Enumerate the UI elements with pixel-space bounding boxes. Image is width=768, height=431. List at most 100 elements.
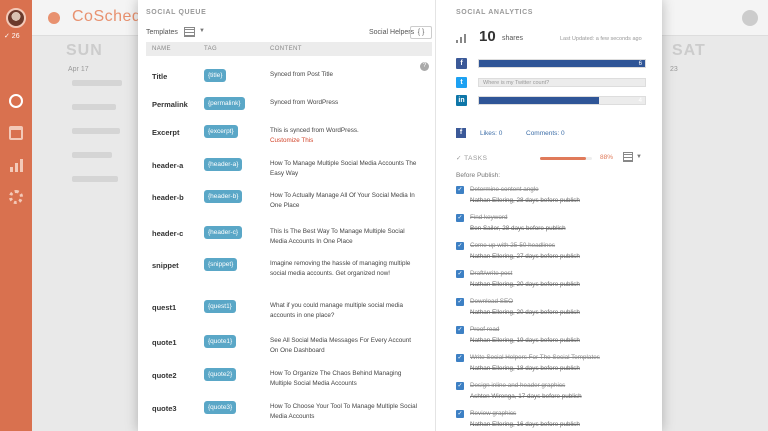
task-checkbox[interactable]: ✓ (456, 242, 464, 250)
queue-row-content: How To Manage Multiple Social Media Acco… (270, 159, 420, 178)
social-helpers-button[interactable]: Social Helpers (369, 29, 414, 36)
queue-toolbar: Templates ▼ Social Helpers { } (146, 26, 432, 40)
task-title[interactable]: Review graphics (470, 410, 516, 417)
queue-row-tag[interactable]: {quest1} (204, 300, 236, 313)
queue-row-content: How To Organize The Chaos Behind Managin… (270, 369, 420, 388)
helpers-braces-button[interactable]: { } (410, 26, 432, 39)
queue-row-text: How To Choose Your Tool To Manage Multip… (270, 403, 418, 420)
queue-row-tag[interactable]: {header-a} (204, 158, 243, 171)
task-meta: Nathan Ellering, 27 days before publish (470, 253, 580, 260)
social-queue-title: SOCIAL QUEUE (146, 9, 207, 16)
queue-row-name: quote1 (152, 338, 177, 347)
gear-icon[interactable] (9, 190, 23, 204)
tasks-progress-bar (540, 157, 592, 160)
task-meta: Ben Sailer, 28 days before publish (470, 225, 566, 232)
task-checkbox[interactable]: ✓ (456, 214, 464, 222)
share-bar-fill (479, 60, 645, 67)
queue-row-tag[interactable]: {quote2} (204, 368, 237, 381)
task-checkbox[interactable]: ✓ (456, 298, 464, 306)
queue-row-tag[interactable]: {header-b} (204, 190, 243, 203)
share-count: 4 (638, 98, 642, 104)
task-title[interactable]: Proof read (470, 326, 499, 333)
queue-row-tag[interactable]: {title} (204, 69, 227, 82)
task-meta: Nathan Ellering, 19 days before publish (470, 337, 580, 344)
task-title[interactable]: Determine content angle (470, 186, 539, 193)
twitter-share-bar: Where is my Twitter count? (478, 78, 646, 87)
queue-row-text: How To Manage Multiple Social Media Acco… (270, 160, 417, 177)
queue-row-tag[interactable]: {excerpt} (204, 125, 238, 138)
task-title[interactable]: Design inline and header graphics (470, 382, 565, 389)
likes-link[interactable]: Likes: 0 (480, 130, 502, 137)
queue-row-tag[interactable]: {permalink} (204, 97, 245, 110)
bar-chart-icon (456, 34, 466, 43)
queue-row-text: This is synced from WordPress. (270, 127, 359, 134)
check-count: ✓ 26 (4, 33, 20, 40)
task-title[interactable]: Download SEO (470, 298, 513, 305)
bar-chart-icon[interactable] (9, 158, 23, 172)
table-header: NAME TAG CONTENT (146, 42, 432, 56)
queue-row-name: header-b (152, 193, 184, 202)
task-meta: Nathan Ellering, 20 days before publish (470, 309, 580, 316)
app-sidebar: ✓ 26 (0, 0, 32, 431)
queue-row-tag[interactable]: {quote1} (204, 335, 237, 348)
facebook-engagement: f Likes: 0 Comments: 0 (456, 128, 648, 140)
twitter-icon: t (456, 77, 467, 88)
social-queue: SOCIAL QUEUE Templates ▼ Social Helpers … (138, 0, 436, 431)
comments-link[interactable]: Comments: 0 (526, 130, 565, 137)
task-item: ✓ Write Social Helpers For The Social Tem… (456, 353, 648, 377)
queue-row-name: Excerpt (152, 128, 180, 137)
customize-link[interactable]: Customize This (270, 137, 313, 144)
linkedin-shares-row: in 4 (456, 95, 648, 106)
task-item: ✓ Draft/write post Nathan Ellering, 20 day… (456, 269, 648, 293)
task-template-icon[interactable] (623, 152, 633, 162)
calendar-day-sun: SUN (66, 42, 103, 59)
queue-row-tag[interactable]: {header-c} (204, 226, 242, 239)
help-icon[interactable]: ? (420, 62, 429, 71)
task-item: ✓ Come up with 25-50 headlines Nathan Elle… (456, 241, 648, 265)
queue-row-tag[interactable]: {quote3} (204, 401, 237, 414)
templates-icon[interactable] (184, 27, 195, 37)
queue-row-text: Synced from WordPress (270, 99, 339, 106)
shares-label: shares (502, 35, 524, 42)
share-placeholder: Where is my Twitter count? (483, 80, 550, 86)
queue-row-tag[interactable]: {snippet} (204, 258, 238, 271)
facebook-icon: f (456, 128, 466, 138)
calendar-item (72, 104, 116, 110)
chevron-down-icon[interactable]: ▼ (199, 28, 205, 34)
task-meta: Ashton Wirenga, 17 days before publish (470, 393, 582, 400)
calendar-item (72, 152, 112, 158)
queue-row-name: Title (152, 72, 168, 81)
task-checkbox[interactable]: ✓ (456, 410, 464, 418)
task-checkbox[interactable]: ✓ (456, 270, 464, 278)
calendar-item (72, 128, 120, 134)
task-meta: Nathan Ellering, 16 days before publish (470, 421, 580, 428)
column-name: NAME (152, 46, 171, 52)
task-title[interactable]: Write Social Helpers For The Social Temp… (470, 354, 600, 361)
task-checkbox[interactable]: ✓ (456, 186, 464, 194)
task-checkbox[interactable]: ✓ (456, 326, 464, 334)
queue-row-name: header-c (152, 229, 184, 238)
queue-row-content: This Is The Best Way To Manage Multiple … (270, 227, 420, 246)
calendar-icon[interactable] (9, 126, 23, 140)
task-checkbox[interactable]: ✓ (456, 354, 464, 362)
tasks-progress-fill (540, 157, 586, 160)
chevron-down-icon[interactable]: ▼ (636, 154, 642, 160)
tasks-header: ✓ TASKS 88% ▼ (456, 152, 648, 164)
task-title[interactable]: Find keyword (470, 214, 507, 221)
queue-row-text: How To Organize The Chaos Behind Managin… (270, 370, 402, 387)
task-item: ✓ Proof read Nathan Ellering, 19 days befo… (456, 325, 648, 349)
post-modal: SOCIAL QUEUE Templates ▼ Social Helpers … (138, 0, 662, 431)
queue-row-text: See All Social Media Messages For Every … (270, 337, 412, 354)
avatar[interactable] (6, 8, 26, 28)
tasks-label[interactable]: ✓ TASKS (456, 154, 487, 162)
search-icon[interactable] (742, 10, 758, 26)
circle-icon[interactable] (9, 94, 23, 108)
task-checkbox[interactable]: ✓ (456, 382, 464, 390)
queue-row-text: Synced from Post Title (270, 71, 333, 78)
queue-row-content: Synced from Post Title (270, 70, 420, 80)
task-title[interactable]: Draft/write post (470, 270, 512, 277)
task-title[interactable]: Come up with 25-50 headlines (470, 242, 555, 249)
queue-row-content: How To Choose Your Tool To Manage Multip… (270, 402, 420, 421)
share-bar-fill (479, 97, 599, 104)
calendar-date: 23 (670, 66, 678, 73)
